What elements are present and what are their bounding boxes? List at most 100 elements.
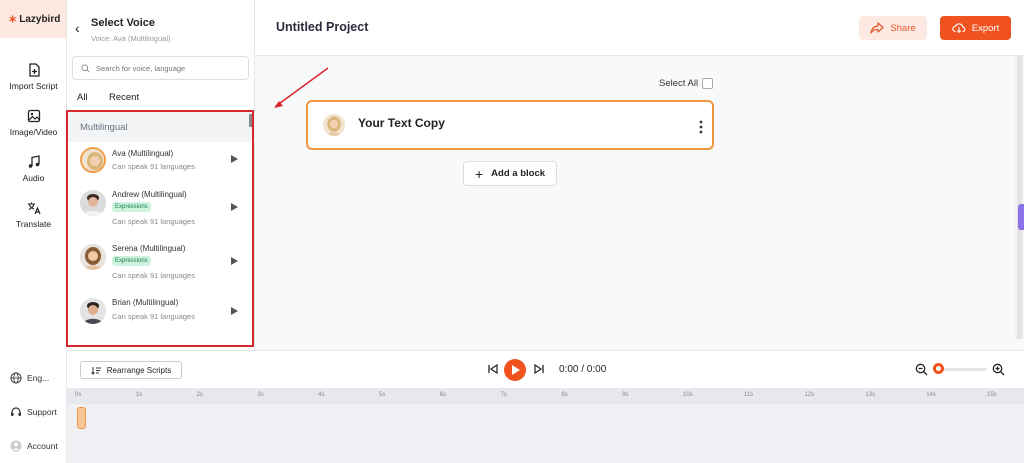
voice-section-header: Multilingual	[67, 112, 255, 142]
export-button[interactable]: Export	[940, 16, 1011, 40]
nav-item-label: Import Script	[9, 81, 58, 91]
voice-search-box[interactable]	[72, 56, 249, 80]
voice-desc: Can speak 91 languages	[112, 162, 195, 171]
nav-item-label: Audio	[22, 173, 45, 183]
plus-icon: +	[474, 165, 484, 182]
timeline-tick: 6s	[439, 392, 447, 398]
account-link[interactable]: Account	[10, 440, 58, 452]
text-block[interactable]: Your Text Copy	[306, 100, 714, 150]
nav-item-import-script[interactable]: Import Script	[0, 63, 67, 91]
avatar	[80, 298, 106, 324]
search-icon	[81, 63, 90, 72]
timeline-tick: 14s	[926, 392, 936, 398]
support-link[interactable]: Support	[10, 406, 57, 418]
select-all-checkbox[interactable]	[702, 78, 713, 89]
voice-item-brian[interactable]: Brian (Multilingual) Can speak 91 langua…	[67, 296, 255, 350]
voice-desc: Can speak 91 languages	[112, 271, 195, 280]
voice-list-scrollbar[interactable]	[249, 114, 254, 127]
rearrange-scripts-button[interactable]: Rearrange Scripts	[80, 361, 182, 379]
timeline-tick: 0s	[75, 392, 82, 398]
voice-name: Andrew (Multilingual)	[112, 190, 187, 199]
zoom-out-icon[interactable]	[915, 363, 928, 376]
timeline-tick: 2s	[196, 392, 203, 398]
voice-name: Brian (Multilingual)	[112, 298, 179, 307]
timeline-tick: 10s	[683, 392, 693, 398]
rearrange-label: Rearrange Scripts	[106, 365, 172, 375]
timeline[interactable]: 0s 1s 2s 3s 4s 5s 6s 7s 8s 9s 10s 11s 12s 13s 14s 15s	[67, 388, 1024, 463]
nav-item-image-video[interactable]: Image/Video	[0, 109, 67, 137]
timeline-tick: 3s	[257, 392, 264, 398]
cloud-download-icon	[952, 23, 966, 34]
share-button[interactable]: Share	[859, 16, 927, 40]
voice-panel-title: Select Voice	[91, 17, 155, 29]
voice-panel: ‹ Select Voice Voice: Ava (Multilingual)…	[67, 0, 255, 350]
account-label: Account	[27, 441, 58, 451]
zoom-slider-handle[interactable]	[933, 363, 944, 374]
share-label: Share	[890, 22, 916, 34]
language-label: Eng...	[27, 373, 50, 383]
add-block-label: Add a block	[491, 168, 546, 179]
expressions-badge: Expressions	[112, 202, 151, 212]
skip-forward-icon[interactable]	[533, 363, 545, 375]
share-icon	[870, 22, 884, 34]
timeline-tick: 7s	[500, 392, 507, 398]
add-block-button[interactable]: + Add a block	[463, 161, 557, 186]
avatar	[80, 190, 106, 216]
translate-icon	[27, 202, 41, 215]
block-voice-avatar[interactable]	[323, 114, 345, 136]
file-plus-icon	[28, 63, 40, 77]
voice-name: Ava (Multilingual)	[112, 149, 174, 158]
play-icon[interactable]	[231, 257, 238, 265]
expressions-badge: Expressions	[112, 256, 151, 266]
play-icon[interactable]	[231, 203, 238, 211]
support-label: Support	[27, 407, 57, 417]
voice-search-input[interactable]	[96, 63, 246, 73]
timeline-tick: 9s	[622, 392, 629, 398]
tab-all[interactable]: All	[77, 92, 88, 103]
current-voice-label: Voice: Ava (Multilingual)	[91, 34, 171, 43]
avatar	[80, 244, 106, 270]
language-selector[interactable]: Eng...	[10, 372, 49, 384]
image-icon	[27, 109, 40, 123]
left-nav: ✶ Lazybird Import Script Image/Video Aud…	[0, 0, 67, 463]
export-label: Export	[971, 22, 1000, 34]
avatar	[80, 147, 106, 173]
nav-item-translate[interactable]: Translate	[0, 201, 67, 229]
brand-logo[interactable]: ✶ Lazybird	[0, 0, 66, 38]
nav-item-audio[interactable]: Audio	[0, 155, 67, 183]
headset-icon	[11, 407, 21, 416]
voice-list: Multilingual Ava (Multilingual) Can spea…	[67, 112, 255, 350]
playhead-marker[interactable]	[77, 407, 86, 429]
back-arrow-icon[interactable]: ‹	[75, 20, 80, 36]
play-icon[interactable]	[231, 155, 238, 163]
voice-desc: Can speak 91 languages	[112, 312, 195, 321]
tab-recent[interactable]: Recent	[109, 92, 139, 103]
timeline-tick: 12s	[804, 392, 815, 398]
editor-scrollbar[interactable]	[1014, 56, 1024, 339]
zoom-in-icon[interactable]	[992, 363, 1005, 376]
globe-icon	[10, 372, 22, 384]
timeline-tick: 8s	[561, 392, 568, 398]
skip-back-icon[interactable]	[487, 363, 499, 375]
side-panel-handle[interactable]	[1018, 204, 1024, 230]
voice-item-serena[interactable]: Serena (Multilingual) Expressions Can sp…	[67, 242, 255, 296]
voice-item-andrew[interactable]: Andrew (Multilingual) Expressions Can sp…	[67, 188, 255, 242]
nav-item-label: Translate	[15, 219, 52, 229]
top-bar: Untitled Project Share Export	[255, 0, 1024, 56]
music-note-icon	[28, 155, 40, 168]
play-button[interactable]	[504, 359, 526, 381]
timeline-tick: 13s	[865, 392, 876, 398]
select-all-label: Select All	[659, 78, 699, 89]
nav-item-label: Image/Video	[9, 127, 58, 137]
timeline-tick: 15s	[987, 392, 997, 398]
more-vertical-icon[interactable]	[699, 120, 703, 134]
timeline-ruler[interactable]: 0s 1s 2s 3s 4s 5s 6s 7s 8s 9s 10s 11s 12s 13s 14s 15s	[67, 388, 1024, 404]
zoom-slider-track[interactable]	[937, 368, 987, 371]
block-text[interactable]: Your Text Copy	[358, 116, 445, 130]
user-icon	[10, 440, 22, 452]
voice-name: Serena (Multilingual)	[112, 244, 186, 253]
play-icon[interactable]	[231, 307, 238, 315]
timeline-tick: 11s	[743, 392, 754, 398]
project-title[interactable]: Untitled Project	[276, 20, 368, 34]
sort-icon	[90, 366, 101, 375]
